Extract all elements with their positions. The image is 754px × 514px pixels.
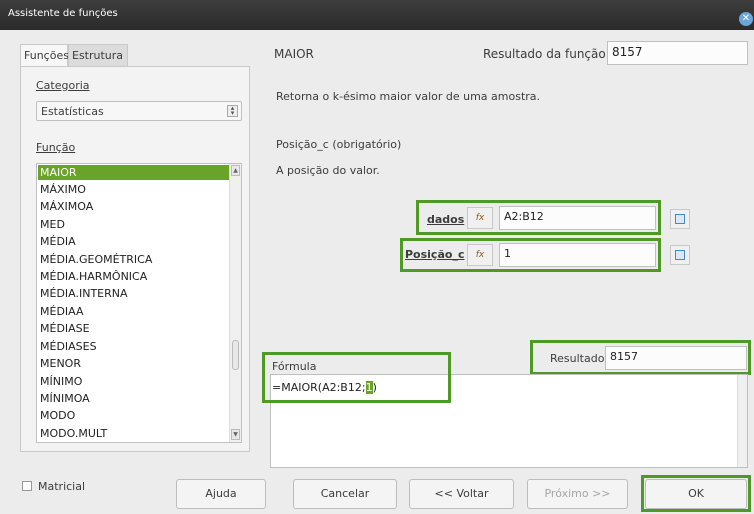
- shrink-posicao-button[interactable]: [670, 245, 690, 265]
- tab-estrutura[interactable]: Estrutura: [68, 44, 128, 67]
- cancel-button[interactable]: Cancelar: [293, 479, 397, 509]
- function-result-field[interactable]: 8157: [607, 41, 748, 65]
- list-item[interactable]: MÁXIMO: [38, 182, 232, 197]
- function-wizard-dialog: Assistente de funções ✕ Funções Estrutur…: [0, 0, 754, 514]
- list-item[interactable]: MÉDIASES: [38, 339, 232, 354]
- list-item[interactable]: MÉDIASE: [38, 321, 232, 336]
- function-name: MAIOR: [274, 47, 314, 61]
- formula-tail: ): [372, 381, 377, 394]
- matricial-checkbox[interactable]: [22, 481, 32, 491]
- formula-highlight: 1: [365, 381, 373, 394]
- resultado-field[interactable]: 8157: [605, 346, 747, 370]
- close-icon[interactable]: ✕: [739, 12, 753, 26]
- formula-label: Fórmula: [272, 360, 317, 373]
- list-item[interactable]: MÉDIA.INTERNA: [38, 286, 232, 301]
- list-item[interactable]: MÉDIAA: [38, 304, 232, 319]
- list-item[interactable]: MODO.MULT: [38, 426, 232, 441]
- list-scrollbar[interactable]: ▲ ▼: [229, 164, 241, 442]
- arg-field-dados[interactable]: A2:B12: [499, 206, 656, 230]
- list-item[interactable]: MÍNIMOA: [38, 391, 232, 406]
- next-button[interactable]: Próximo >>: [527, 479, 628, 509]
- back-button[interactable]: << Voltar: [409, 479, 514, 509]
- list-item[interactable]: MODO: [38, 408, 232, 423]
- arg-label-dados: dados: [427, 213, 465, 226]
- function-list[interactable]: MAIOR MÁXIMO MÁXIMOA MED MÉDIA MÉDIA.GEO…: [36, 163, 242, 443]
- list-item[interactable]: MENOR: [38, 356, 232, 371]
- title-bar: Assistente de funções ✕: [0, 0, 754, 30]
- resultado-label: Resultado: [550, 352, 605, 365]
- list-item[interactable]: MÍNIMO: [38, 374, 232, 389]
- list-item[interactable]: MED: [38, 217, 232, 232]
- window-title: Assistente de funções: [8, 8, 118, 19]
- function-description: Retorna o k-ésimo maior valor de uma amo…: [276, 90, 541, 103]
- formula-value: =MAIOR(A2:B12;: [272, 381, 366, 394]
- matricial-label: Matricial: [38, 480, 86, 493]
- arg-field-posicao[interactable]: 1: [499, 243, 656, 267]
- category-label: Categoria: [36, 79, 90, 92]
- category-value: Estatísticas: [41, 105, 104, 118]
- shrink-icon: [675, 250, 685, 260]
- ok-button[interactable]: OK: [645, 479, 747, 509]
- result-label: Resultado da função: [483, 47, 606, 61]
- list-item[interactable]: MÁXIMOA: [38, 199, 232, 214]
- param-title: Posição_c (obrigatório): [276, 138, 402, 151]
- function-wizard-icon[interactable]: fx: [467, 244, 493, 266]
- formula-scrollbar[interactable]: [737, 375, 747, 467]
- param-description: A posição do valor.: [276, 164, 380, 177]
- list-item[interactable]: MÉDIA.GEOMÉTRICA: [38, 252, 232, 267]
- spinner-icon: ▴ ▾: [227, 105, 238, 117]
- scroll-thumb[interactable]: [232, 340, 239, 370]
- shrink-icon: [675, 214, 685, 224]
- scroll-down-icon[interactable]: ▼: [231, 429, 240, 440]
- list-item[interactable]: MÉDIA.HARMÔNICA: [38, 269, 232, 284]
- shrink-dados-button[interactable]: [670, 209, 690, 229]
- list-item[interactable]: MAIOR: [38, 165, 232, 180]
- tab-funcoes[interactable]: Funções: [20, 44, 69, 67]
- function-wizard-icon[interactable]: fx: [467, 207, 493, 229]
- list-item[interactable]: MÉDIA: [38, 234, 232, 249]
- category-select[interactable]: Estatísticas ▴ ▾: [36, 101, 242, 121]
- help-button[interactable]: Ajuda: [176, 479, 266, 509]
- arg-label-posicao: Posição_c: [405, 248, 465, 261]
- function-label: Função: [36, 141, 76, 154]
- scroll-up-icon[interactable]: ▲: [231, 165, 240, 176]
- formula-text[interactable]: =MAIOR(A2:B12;1): [272, 381, 377, 394]
